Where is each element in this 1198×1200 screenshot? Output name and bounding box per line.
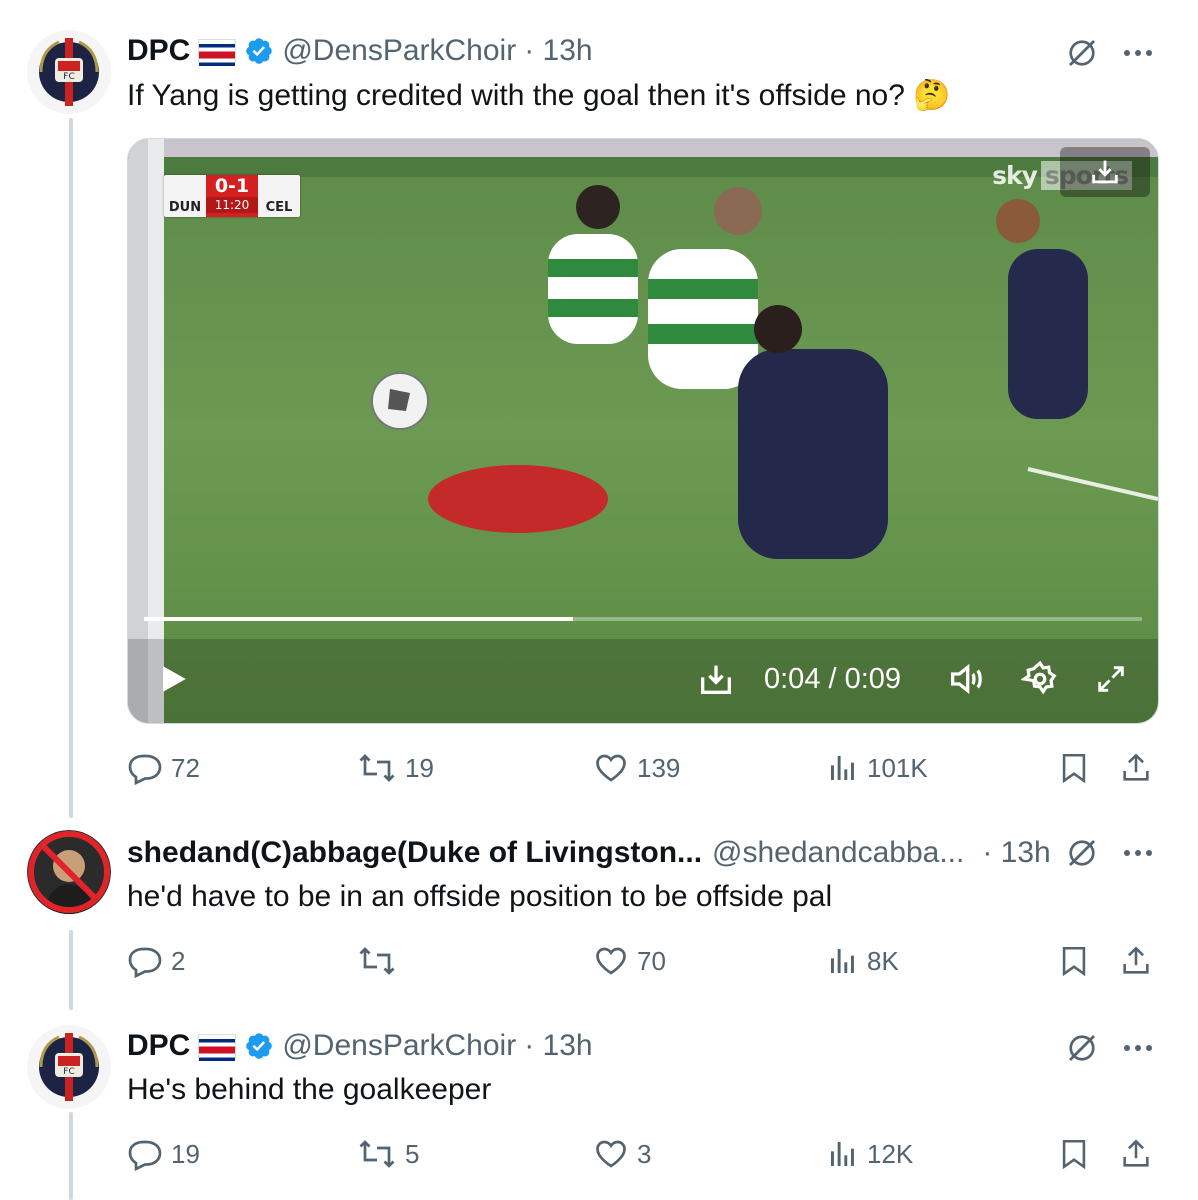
display-name[interactable]: DPC	[127, 1029, 190, 1063]
views-count: 8K	[867, 945, 899, 976]
reply-button[interactable]: 19	[127, 1134, 200, 1174]
like-count: 70	[637, 945, 666, 976]
handle[interactable]: @DensParkChoir	[282, 34, 516, 68]
tweet-text: If Yang is getting credited with the goa…	[127, 79, 951, 112]
volume-icon[interactable]	[946, 649, 986, 709]
svg-text:FC: FC	[63, 72, 74, 82]
more-icon[interactable]	[1118, 833, 1158, 873]
handle[interactable]: @shedandcabba...	[712, 836, 964, 870]
share-button[interactable]	[1119, 1134, 1153, 1174]
download-icon[interactable]	[696, 649, 736, 709]
action-bar: 2 70 8K	[127, 941, 1157, 981]
retweet-button[interactable]: 19	[357, 748, 434, 788]
bookmark-button[interactable]	[1057, 941, 1091, 981]
tweet-text: He's behind the goalkeeper	[127, 1073, 492, 1106]
video-time: 0:04 / 0:09	[764, 662, 902, 695]
share-button[interactable]	[1119, 748, 1153, 788]
views-button[interactable]: 8K	[827, 941, 899, 981]
svg-text:FC: FC	[63, 1067, 74, 1077]
share-button[interactable]	[1119, 941, 1153, 981]
like-button[interactable]: 70	[593, 941, 666, 981]
video-progress-bar[interactable]	[144, 617, 1142, 621]
like-button[interactable]: 139	[593, 748, 680, 788]
views-button[interactable]: 101K	[827, 748, 928, 788]
reply-button[interactable]: 72	[127, 748, 200, 788]
costa-rica-flag-icon	[198, 1034, 237, 1061]
reply-button[interactable]: 2	[127, 941, 185, 981]
grok-icon[interactable]	[1062, 833, 1102, 873]
video-player[interactable]: DUN 0-1 11:20 CEL sky sports 0:04 / 0:09	[127, 138, 1159, 724]
reply-count: 2	[171, 945, 186, 976]
tweet-text: he'd have to be in an offside position t…	[127, 880, 833, 913]
verified-badge-icon	[244, 36, 274, 66]
video-controls: 0:04 / 0:09	[128, 649, 1158, 709]
timestamp[interactable]: · 13h	[524, 1029, 592, 1063]
scorebug-away: CEL	[265, 200, 293, 215]
avatar[interactable]: FC	[27, 1025, 111, 1109]
more-icon[interactable]	[1118, 33, 1158, 73]
avatar[interactable]	[27, 830, 111, 914]
play-button[interactable]	[156, 649, 190, 709]
settings-gear-icon[interactable]	[1021, 649, 1059, 709]
score: 0-1	[214, 175, 250, 197]
tweet[interactable]: FC DPC @DensParkChoir · 13h If Yang is g…	[0, 0, 1198, 800]
video-frame	[128, 139, 1158, 723]
scorebug-score: 0-1 11:20	[206, 175, 258, 217]
avatar[interactable]: FC	[27, 30, 111, 114]
tweet[interactable]: FC DPC @DensParkChoir · 13h He's behind …	[0, 995, 1198, 1200]
scorebug-home: DUN	[168, 200, 202, 215]
display-name[interactable]: shedand(C)abbage(Duke of Livingston...	[127, 836, 702, 870]
views-count: 101K	[867, 752, 928, 783]
bookmark-button[interactable]	[1057, 748, 1091, 788]
more-icon[interactable]	[1118, 1028, 1158, 1068]
reply-count: 19	[171, 1138, 200, 1169]
broadcaster-name: sky	[992, 161, 1038, 190]
tweet[interactable]: shedand(C)abbage(Duke of Livingston... @…	[0, 800, 1198, 1000]
video-progress-fill	[144, 617, 574, 621]
retweet-count: 19	[405, 752, 434, 783]
retweet-button[interactable]: 5	[357, 1134, 419, 1174]
grok-icon[interactable]	[1062, 33, 1102, 73]
timestamp[interactable]: · 13h	[982, 836, 1050, 870]
retweet-button[interactable]	[357, 941, 405, 981]
scorebug: DUN 0-1 11:20 CEL	[164, 175, 300, 217]
verified-badge-icon	[244, 1031, 274, 1061]
retweet-count: 5	[405, 1138, 420, 1169]
action-bar: 72 19 139 101K	[127, 748, 1157, 788]
bookmark-button[interactable]	[1057, 1134, 1091, 1174]
like-count: 3	[637, 1138, 652, 1169]
reply-count: 72	[171, 752, 200, 783]
views-button[interactable]: 12K	[827, 1134, 913, 1174]
display-name[interactable]: DPC	[127, 34, 190, 68]
action-bar: 19 5 3 12K	[127, 1134, 1157, 1174]
fullscreen-icon[interactable]	[1094, 649, 1128, 709]
views-count: 12K	[867, 1138, 914, 1169]
like-count: 139	[637, 752, 681, 783]
download-button[interactable]	[1060, 147, 1150, 197]
like-button[interactable]: 3	[593, 1134, 651, 1174]
grok-icon[interactable]	[1062, 1028, 1102, 1068]
match-clock: 11:20	[206, 197, 258, 213]
timestamp[interactable]: · 13h	[524, 34, 592, 68]
costa-rica-flag-icon	[198, 39, 237, 66]
handle[interactable]: @DensParkChoir	[282, 1029, 516, 1063]
